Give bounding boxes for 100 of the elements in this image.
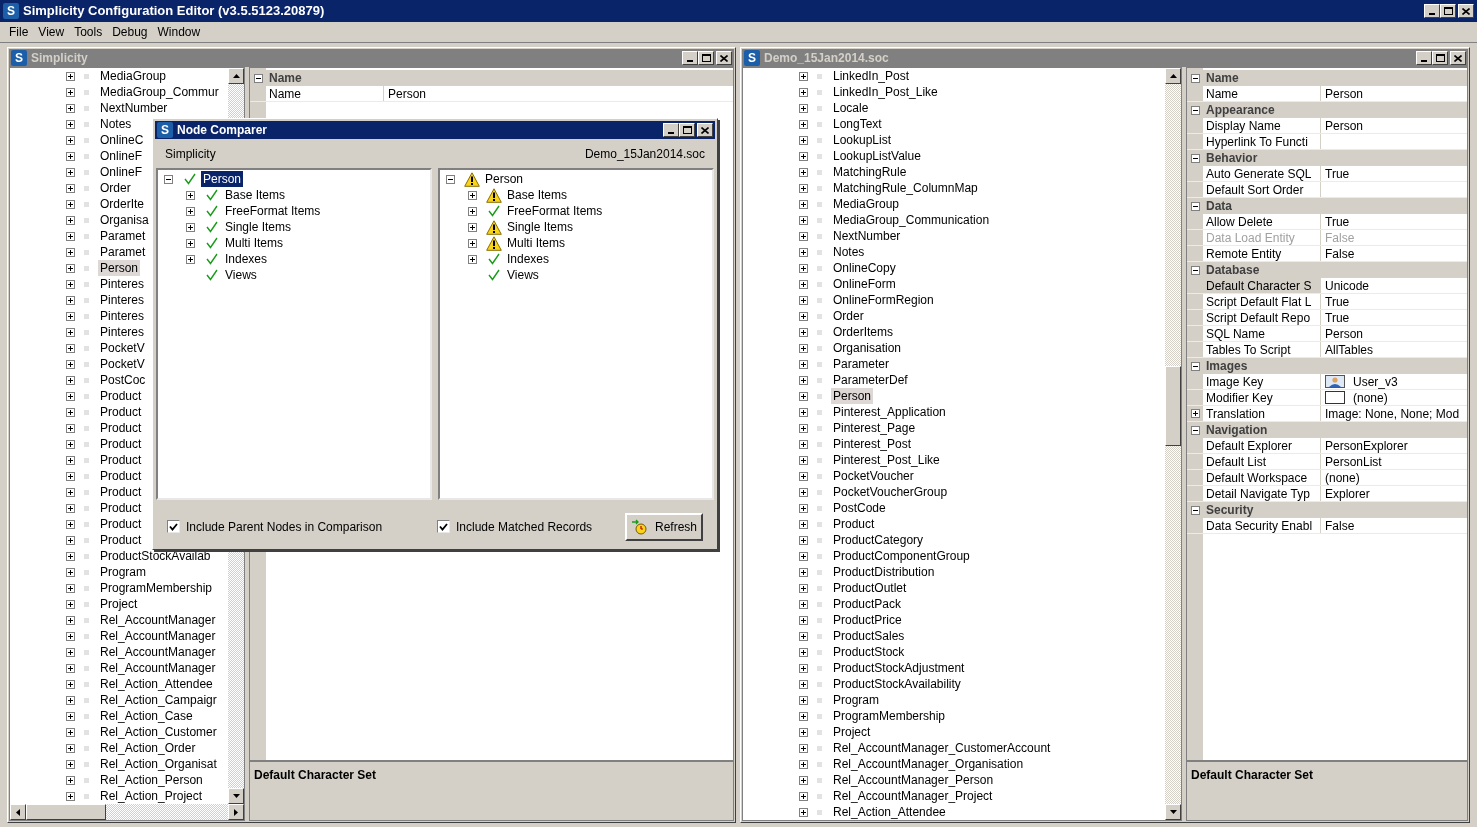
- scroll-thumb[interactable]: [26, 804, 106, 820]
- expand-icon[interactable]: [66, 535, 75, 545]
- tree-item[interactable]: ProductDistribution: [831, 564, 937, 580]
- scroll-thumb[interactable]: [1165, 366, 1181, 446]
- expand-icon[interactable]: [799, 343, 808, 353]
- property-label[interactable]: Remote Entity: [1203, 246, 1321, 261]
- close-button[interactable]: [716, 51, 732, 65]
- tree-item[interactable]: Indexes: [223, 251, 270, 267]
- tree-item[interactable]: LinkedIn_Post_Like: [831, 84, 940, 100]
- tree-item[interactable]: PocketV: [98, 340, 147, 356]
- expand-icon[interactable]: [66, 727, 75, 737]
- property-row[interactable]: Modifier Key (none): [1187, 390, 1467, 406]
- tree-item[interactable]: FreeFormat Items: [505, 203, 605, 219]
- expand-icon[interactable]: [799, 663, 808, 673]
- tree-item[interactable]: Product: [98, 388, 144, 404]
- property-label[interactable]: Name: [266, 86, 384, 101]
- tree-item[interactable]: Person: [98, 260, 141, 276]
- expand-icon[interactable]: [799, 631, 808, 641]
- tree-item[interactable]: ProductOutlet: [831, 580, 909, 596]
- expand-icon[interactable]: [799, 279, 808, 289]
- minimize-button[interactable]: [1424, 4, 1440, 18]
- collapse-icon[interactable]: [446, 174, 455, 184]
- tree-item[interactable]: MediaGroup: [831, 196, 902, 212]
- tree-item[interactable]: MatchingRule: [831, 164, 909, 180]
- expand-icon[interactable]: [66, 263, 75, 273]
- expand-icon[interactable]: [799, 135, 808, 145]
- tree-item[interactable]: OnlineF: [98, 164, 145, 180]
- vertical-scrollbar[interactable]: [1165, 68, 1181, 820]
- expand-icon[interactable]: [468, 238, 477, 248]
- property-row[interactable]: Image Key User_v3: [1187, 374, 1467, 390]
- expand-icon[interactable]: [66, 615, 75, 625]
- expand-icon[interactable]: [799, 791, 808, 801]
- expand-icon[interactable]: [799, 87, 808, 97]
- expand-icon[interactable]: [799, 215, 808, 225]
- tree-item[interactable]: MediaGroup_Communication: [831, 212, 992, 228]
- scroll-up-button[interactable]: [1165, 68, 1181, 84]
- tree-item[interactable]: Project: [831, 724, 873, 740]
- expand-icon[interactable]: [66, 471, 75, 481]
- property-label[interactable]: Data Security Enabl: [1203, 518, 1321, 533]
- expand-icon[interactable]: [799, 71, 808, 81]
- property-label[interactable]: Tables To Script: [1203, 342, 1321, 357]
- expand-icon[interactable]: [799, 519, 808, 529]
- expand-icon[interactable]: [66, 375, 75, 385]
- expand-icon[interactable]: [66, 679, 75, 689]
- tree-item[interactable]: Base Items: [505, 187, 570, 203]
- expand-icon[interactable]: [799, 743, 808, 753]
- expand-icon[interactable]: [799, 807, 808, 817]
- expand-icon[interactable]: [66, 311, 75, 321]
- expand-icon[interactable]: [799, 727, 808, 737]
- expand-icon[interactable]: [66, 599, 75, 609]
- property-row[interactable]: Name Person: [250, 86, 733, 102]
- tree-item[interactable]: Rel_Action_Project: [98, 788, 205, 804]
- expand-icon[interactable]: [1190, 409, 1200, 418]
- tree-item[interactable]: NextNumber: [831, 228, 903, 244]
- tree-item[interactable]: PocketV: [98, 356, 147, 372]
- tree-item[interactable]: ProductSales: [831, 628, 907, 644]
- property-label[interactable]: Script Default Flat L: [1203, 294, 1321, 309]
- expand-icon[interactable]: [66, 775, 75, 785]
- expand-icon[interactable]: [799, 151, 808, 161]
- property-row[interactable]: Default Explorer PersonExplorer: [1187, 438, 1467, 454]
- expand-icon[interactable]: [66, 647, 75, 657]
- tree-item[interactable]: Rel_AccountManager_Organisation: [831, 756, 1026, 772]
- property-label[interactable]: Script Default Repo: [1203, 310, 1321, 325]
- collapse-icon[interactable]: [1190, 265, 1200, 275]
- minimize-button[interactable]: [682, 51, 698, 65]
- tree-item[interactable]: Paramet: [98, 228, 148, 244]
- property-row[interactable]: SQL Name Person: [1187, 326, 1467, 342]
- tree-item[interactable]: ProductStockAdjustment: [831, 660, 967, 676]
- tree-item[interactable]: Rel_Action_Person: [98, 772, 205, 788]
- tree-item[interactable]: Rel_Action_Campaigr: [98, 692, 219, 708]
- tree-item[interactable]: ProductPack: [831, 596, 904, 612]
- tree-item[interactable]: Single Items: [505, 219, 576, 235]
- tree-item[interactable]: Organisa: [98, 212, 151, 228]
- expand-icon[interactable]: [66, 327, 75, 337]
- expand-icon[interactable]: [468, 254, 477, 264]
- expand-icon[interactable]: [468, 222, 477, 232]
- tree-item[interactable]: Pinterest_Application: [831, 404, 948, 420]
- expand-icon[interactable]: [66, 487, 75, 497]
- tree-item[interactable]: Pinterest_Page: [831, 420, 918, 436]
- property-label[interactable]: Modifier Key: [1203, 390, 1321, 405]
- tree-item[interactable]: Rel_AccountManager_CustomerAccount: [831, 740, 1053, 756]
- tree-item[interactable]: ParameterDef: [831, 372, 910, 388]
- property-label[interactable]: Detail Navigate Typ: [1203, 486, 1321, 501]
- tree-item[interactable]: Pinteres: [98, 308, 147, 324]
- tree-item[interactable]: ProductStockAvailab: [98, 548, 213, 564]
- expand-icon[interactable]: [799, 487, 808, 497]
- expand-icon[interactable]: [66, 103, 75, 113]
- expand-icon[interactable]: [799, 199, 808, 209]
- tree-item[interactable]: Organisation: [831, 340, 904, 356]
- expand-icon[interactable]: [66, 519, 75, 529]
- expand-icon[interactable]: [66, 439, 75, 449]
- expand-icon[interactable]: [66, 247, 75, 257]
- expand-icon[interactable]: [66, 791, 75, 801]
- expand-icon[interactable]: [66, 119, 75, 129]
- expand-icon[interactable]: [66, 551, 75, 561]
- tree-item[interactable]: Pinterest_Post: [831, 436, 914, 452]
- tree-item[interactable]: PostCoc: [98, 372, 148, 388]
- tree-item[interactable]: ProductStockAvailability: [831, 676, 963, 692]
- scroll-left-button[interactable]: [10, 804, 26, 820]
- expand-icon[interactable]: [66, 279, 75, 289]
